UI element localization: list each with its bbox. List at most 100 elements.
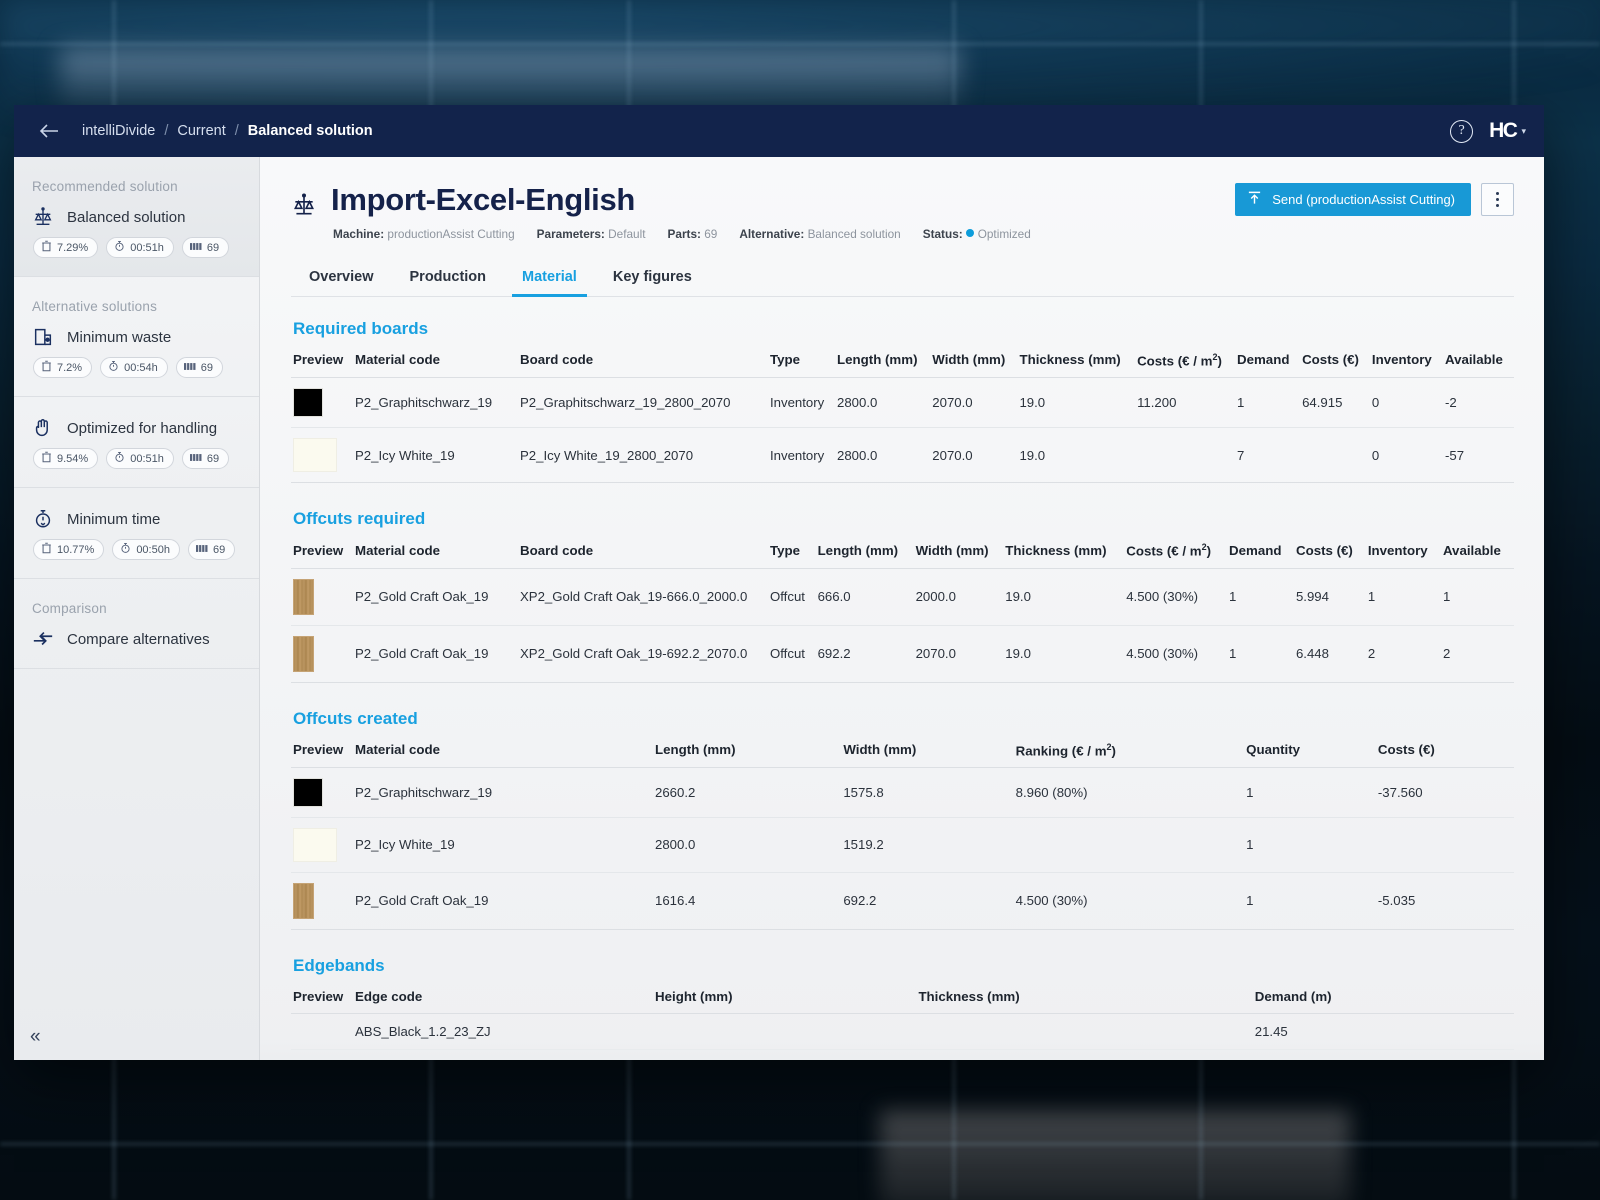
sidebar-group-spacer bbox=[14, 488, 259, 506]
table-cell: 1 bbox=[1441, 568, 1514, 625]
table-cell bbox=[653, 1049, 916, 1060]
preview-cell bbox=[291, 1013, 353, 1049]
column-header-material-code: Material code bbox=[353, 537, 518, 568]
stopwatch-icon bbox=[114, 451, 125, 466]
page-header-text: Import-Excel-English Machine: production… bbox=[331, 183, 1031, 241]
sidebar-group: Alternative solutionsMinimum waste7.2%00… bbox=[14, 277, 259, 397]
table-cell: 4.500 (30%) bbox=[1124, 568, 1227, 625]
metric-chip: 69 bbox=[176, 357, 223, 378]
metric-chip-value: 00:50h bbox=[136, 544, 170, 556]
data-table: PreviewMaterial codeLength (mm)Width (mm… bbox=[291, 737, 1514, 930]
metric-chip-value: 69 bbox=[201, 362, 213, 374]
sidebar-item-chips: 7.29% 00:51h 69 bbox=[33, 237, 259, 258]
tab-material[interactable]: Material bbox=[504, 260, 595, 296]
table-cell: XP2_Gold Craft Oak_19-666.0_2000.0 bbox=[518, 568, 768, 625]
metric-chip-value: 69 bbox=[207, 453, 219, 465]
boards-icon bbox=[196, 543, 208, 557]
sidebar-group: Comparison Compare alternatives bbox=[14, 579, 259, 669]
sidebar-group-spacer bbox=[14, 397, 259, 415]
table-cell: 2800.0 bbox=[653, 817, 841, 872]
upload-icon bbox=[1247, 190, 1262, 209]
table-cell: 1616.4 bbox=[653, 872, 841, 929]
metric-chip: 00:51h bbox=[106, 448, 174, 469]
breadcrumb-item-intellidivide[interactable]: intelliDivide bbox=[82, 123, 155, 139]
table-row[interactable]: P2_Icy White_19P2_Icy White_19_2800_2070… bbox=[291, 428, 1514, 483]
sidebar-item-balanced-solution[interactable]: Balanced solution7.29%00:51h69 bbox=[14, 204, 259, 276]
table-row[interactable]: P2_Icy White_192800.01519.2 1 bbox=[291, 817, 1514, 872]
metric-chip-value: 7.29% bbox=[57, 242, 88, 254]
table-row[interactable]: P2_Graphitschwarz_192660.21575.88.960 (8… bbox=[291, 767, 1514, 817]
sidebar-item-row: Compare alternatives bbox=[32, 628, 259, 650]
preview-cell bbox=[291, 625, 353, 682]
table-row[interactable]: P2_Graphitschwarz_19P2_Graphitschwarz_19… bbox=[291, 378, 1514, 428]
preview-cell bbox=[291, 1049, 353, 1060]
sidebar-group: Recommended solutionBalanced solution7.2… bbox=[14, 157, 259, 277]
sidebar-item-label: Compare alternatives bbox=[67, 631, 210, 648]
table-row[interactable]: P2_Gold Craft Oak_19XP2_Gold Craft Oak_1… bbox=[291, 625, 1514, 682]
metric-chip: 00:51h bbox=[106, 237, 174, 258]
metric-chip-value: 9.54% bbox=[57, 453, 88, 465]
backdrop-panel-bottom bbox=[880, 1110, 1350, 1200]
table-cell: Inventory bbox=[768, 378, 835, 428]
table-cell: 1 bbox=[1244, 817, 1376, 872]
boards-icon bbox=[190, 452, 202, 466]
sidebar-item-compare-alternatives[interactable]: Compare alternatives bbox=[14, 626, 259, 668]
data-table: PreviewMaterial codeBoard codeTypeLength… bbox=[291, 537, 1514, 682]
back-arrow-icon[interactable] bbox=[36, 118, 62, 144]
tab-production[interactable]: Production bbox=[392, 260, 505, 296]
table-row[interactable]: ABS_Black_1.2_23_ZJ21.45 bbox=[291, 1013, 1514, 1049]
tab-overview[interactable]: Overview bbox=[291, 260, 392, 296]
more-vertical-icon[interactable] bbox=[1481, 183, 1514, 216]
column-header-height-mm: Height (mm) bbox=[653, 984, 916, 1014]
table-row[interactable]: PP_White_1.3_22_HM153.73 bbox=[291, 1049, 1514, 1060]
column-header-preview: Preview bbox=[291, 984, 353, 1014]
column-header-edge-code: Edge code bbox=[353, 984, 653, 1014]
table-cell: 4.500 (30%) bbox=[1014, 872, 1245, 929]
table-row[interactable]: P2_Gold Craft Oak_19XP2_Gold Craft Oak_1… bbox=[291, 568, 1514, 625]
tab-key-figures[interactable]: Key figures bbox=[595, 260, 710, 296]
sidebar-collapse-button[interactable]: « bbox=[30, 1027, 41, 1046]
table-cell: 1 bbox=[1244, 767, 1376, 817]
main-content: Import-Excel-English Machine: production… bbox=[260, 157, 1544, 1060]
table-cell: Offcut bbox=[768, 568, 816, 625]
table-cell: 2070.0 bbox=[930, 378, 1017, 428]
table-cell: P2_Icy White_19 bbox=[353, 817, 653, 872]
table-cell: 1 bbox=[1366, 568, 1441, 625]
metric-chip-value: 00:51h bbox=[130, 242, 164, 254]
sidebar-group: Optimized for handling9.54%00:51h69 bbox=[14, 397, 259, 488]
table-cell: 1519.2 bbox=[841, 817, 1013, 872]
meta-label: Parameters: bbox=[537, 227, 605, 241]
column-header-costs: Costs (€) bbox=[1300, 347, 1370, 378]
table-cell bbox=[1014, 817, 1245, 872]
send-button[interactable]: Send (productionAssist Cutting) bbox=[1235, 183, 1471, 216]
tab-bar: OverviewProductionMaterialKey figures bbox=[291, 260, 1514, 297]
table-cell: P2_Graphitschwarz_19_2800_2070 bbox=[518, 378, 768, 428]
table-row[interactable]: P2_Gold Craft Oak_191616.4692.24.500 (30… bbox=[291, 872, 1514, 929]
breadcrumb-item-current[interactable]: Current bbox=[177, 123, 225, 139]
sidebar-item-optimized-for-handling[interactable]: Optimized for handling9.54%00:51h69 bbox=[14, 415, 259, 487]
meta-label: Alternative: bbox=[739, 227, 804, 241]
material-swatch-black bbox=[293, 388, 323, 417]
material-swatch-oak bbox=[293, 883, 314, 919]
help-icon[interactable]: ? bbox=[1450, 120, 1473, 143]
material-swatch-ivory bbox=[293, 828, 337, 862]
column-header-material-code: Material code bbox=[353, 737, 653, 768]
table-cell: 19.0 bbox=[1003, 625, 1124, 682]
table-cell: 11.200 bbox=[1135, 378, 1235, 428]
sidebar-item-label: Minimum waste bbox=[67, 329, 171, 346]
column-header-preview: Preview bbox=[291, 537, 353, 568]
chevron-down-icon: ▾ bbox=[1521, 126, 1526, 137]
sidebar: Recommended solutionBalanced solution7.2… bbox=[14, 157, 260, 1060]
stopwatch-icon bbox=[108, 360, 119, 375]
table-cell: P2_Graphitschwarz_19 bbox=[353, 378, 518, 428]
metric-chip-value: 00:51h bbox=[130, 453, 164, 465]
brand-menu[interactable]: HC ▾ bbox=[1489, 119, 1526, 143]
sidebar-item-minimum-waste[interactable]: Minimum waste7.2%00:54h69 bbox=[14, 324, 259, 396]
sidebar-group-caption: Comparison bbox=[14, 579, 259, 626]
table-cell: 1 bbox=[1244, 872, 1376, 929]
table-cell: P2_Gold Craft Oak_19 bbox=[353, 568, 518, 625]
table-cell: P2_Gold Craft Oak_19 bbox=[353, 625, 518, 682]
metric-chip: 69 bbox=[182, 237, 229, 258]
sidebar-item-minimum-time[interactable]: Minimum time10.77%00:50h69 bbox=[14, 506, 259, 578]
table-cell: 2 bbox=[1366, 625, 1441, 682]
